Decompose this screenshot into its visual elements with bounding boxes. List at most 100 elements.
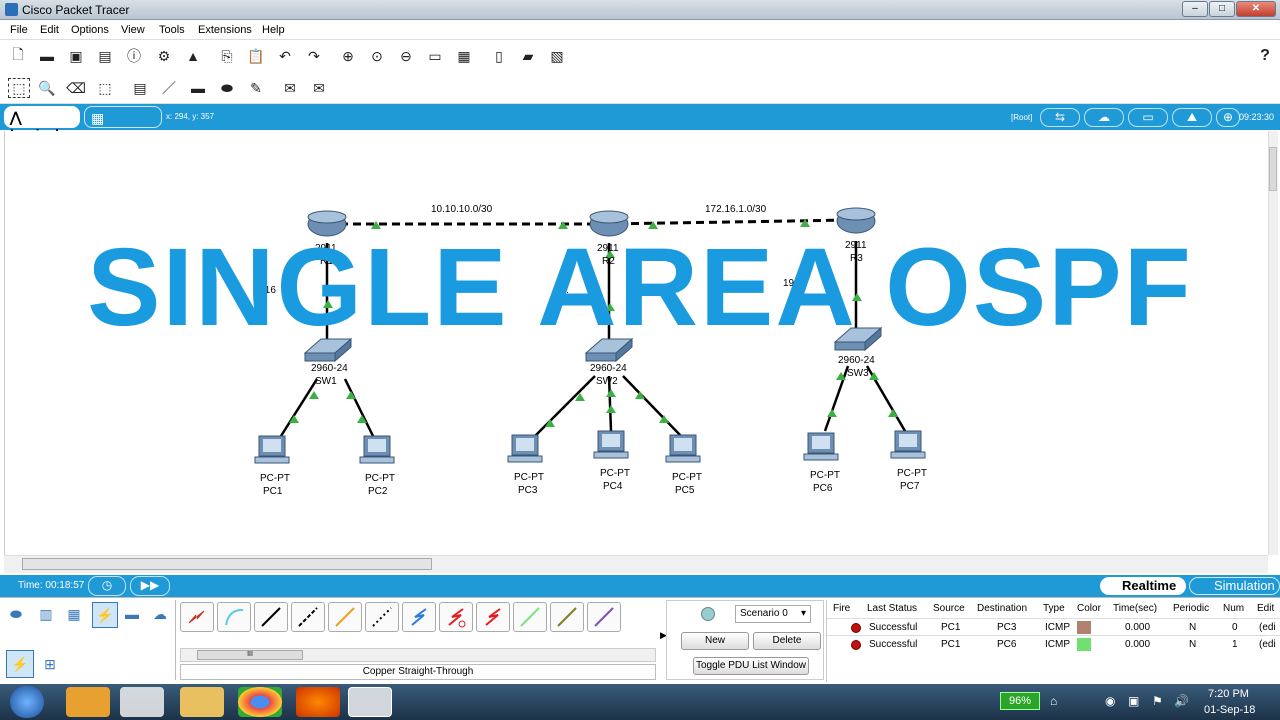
freeform-icon[interactable]: ✎ xyxy=(246,78,266,98)
connections-scrollbar[interactable]: III xyxy=(180,648,656,662)
copper-cross-over-icon[interactable] xyxy=(291,602,325,632)
redo-icon[interactable]: ↷ xyxy=(304,46,324,66)
packet-tracer-taskbar-icon[interactable] xyxy=(348,687,392,717)
connections-category-icon[interactable]: ⚡ xyxy=(92,602,118,628)
screenshot-icon[interactable]: ▧ xyxy=(547,46,567,66)
cluster-icon[interactable]: ▭ xyxy=(1128,108,1168,127)
zoom-out-icon[interactable]: ⊖ xyxy=(396,46,416,66)
copy-icon[interactable]: ⎘ xyxy=(217,46,237,66)
copper-straight-through-icon[interactable] xyxy=(254,602,288,632)
coaxial-icon[interactable] xyxy=(402,602,436,632)
add-simple-pdu-icon[interactable]: ✉ xyxy=(280,78,300,98)
note-icon[interactable]: ▯ xyxy=(489,46,509,66)
toggle-pdu-list-button[interactable]: Toggle PDU List Window xyxy=(693,657,809,675)
row-edit[interactable]: (edi xyxy=(1259,622,1276,633)
draw-line-icon[interactable]: ／ xyxy=(159,78,179,98)
tab-physical[interactable]: ▦ Physical xyxy=(84,106,162,143)
start-button[interactable] xyxy=(10,686,44,718)
inspect-icon[interactable]: 🔍 xyxy=(37,78,57,98)
table-row[interactable]: Successful PC1 PC3 ICMP 0.000 N 0 (edi xyxy=(827,618,1280,635)
open-icon[interactable]: ▬ xyxy=(37,46,57,66)
fiber-icon[interactable] xyxy=(328,602,362,632)
network-devices-icon[interactable]: ⬬ xyxy=(6,604,26,624)
vertical-scroll-thumb[interactable] xyxy=(1269,147,1277,191)
volume-tray-icon[interactable]: 🔊 xyxy=(1174,694,1189,708)
console-cable-icon[interactable] xyxy=(217,602,251,632)
new-icon[interactable]: 🗋 xyxy=(8,46,28,66)
paste-icon[interactable]: 📋 xyxy=(246,46,266,66)
rectangle-icon[interactable]: ▭ xyxy=(425,46,445,66)
maximize-button[interactable]: □ xyxy=(1209,1,1235,17)
octal-cable-icon[interactable] xyxy=(513,602,547,632)
scenario-info-icon[interactable] xyxy=(701,607,715,621)
select-icon[interactable]: ⬚ xyxy=(8,78,30,98)
misc-icon[interactable]: ▬ xyxy=(122,604,142,624)
grid-icon[interactable]: ⊞ xyxy=(40,654,60,674)
network-icon[interactable]: ⊕ xyxy=(1216,108,1240,127)
cloud-icon[interactable]: ☁ xyxy=(1084,108,1124,127)
vertical-scrollbar[interactable] xyxy=(1268,131,1278,555)
print-icon[interactable]: ▤ xyxy=(95,46,115,66)
menu-tools[interactable]: Tools xyxy=(159,24,185,36)
undo-icon[interactable]: ↶ xyxy=(275,46,295,66)
draw-rectangle-icon[interactable]: ▬ xyxy=(188,78,208,98)
menu-help[interactable]: Help xyxy=(262,24,285,36)
serial-dte-icon[interactable] xyxy=(476,602,510,632)
add-complex-pdu-icon[interactable]: ✉ xyxy=(309,78,329,98)
place-note-icon[interactable]: ▤ xyxy=(130,78,150,98)
fire-indicator-icon[interactable] xyxy=(851,640,861,650)
resize-icon[interactable]: ⬚ xyxy=(95,78,115,98)
outlook-taskbar-icon[interactable] xyxy=(66,687,110,717)
close-button[interactable]: ✕ xyxy=(1236,1,1276,17)
media-player-taskbar-icon[interactable] xyxy=(120,687,164,717)
iot-custom-cable-icon[interactable] xyxy=(550,602,584,632)
info-icon[interactable]: ⓘ xyxy=(124,46,144,66)
wizard-icon[interactable]: ⚙ xyxy=(154,46,174,66)
menu-file[interactable]: File xyxy=(10,24,28,36)
auto-connection-icon[interactable] xyxy=(180,602,214,632)
menu-edit[interactable]: Edit xyxy=(40,24,59,36)
new-scenario-button[interactable]: New xyxy=(681,632,749,650)
power-cycle-icon[interactable]: ◷ xyxy=(88,576,126,596)
help-icon[interactable]: ? xyxy=(1255,46,1275,66)
palette-icon[interactable]: ▦ xyxy=(454,46,474,66)
serial-dce-icon[interactable] xyxy=(439,602,473,632)
phone-cable-icon[interactable] xyxy=(365,602,399,632)
end-devices-icon[interactable]: ▥ xyxy=(36,604,56,624)
connections-scroll-thumb[interactable]: III xyxy=(197,650,303,660)
menu-view[interactable]: View xyxy=(121,24,145,36)
horizontal-scroll-thumb[interactable] xyxy=(22,558,432,570)
realtime-button[interactable]: Realtime xyxy=(1100,577,1186,595)
save-icon[interactable]: ▣ xyxy=(66,46,86,66)
connections-subcategory-icon[interactable]: ⚡ xyxy=(6,650,34,678)
flag-tray-icon[interactable]: ⚑ xyxy=(1152,694,1163,708)
delete-icon[interactable]: ⌫ xyxy=(66,78,86,98)
draw-ellipse-icon[interactable]: ⬬ xyxy=(217,78,237,98)
chrome-tray-icon[interactable]: ◉ xyxy=(1105,694,1115,708)
zoom-reset-icon[interactable]: ⊙ xyxy=(367,46,387,66)
fast-forward-icon[interactable]: ▶▶ xyxy=(130,576,170,596)
activity-wizard-icon[interactable]: ▲ xyxy=(183,46,203,66)
scenario-select[interactable]: Scenario 0 ▾ xyxy=(735,605,811,623)
zoom-in-icon[interactable]: ⊕ xyxy=(338,46,358,66)
chrome-taskbar-icon[interactable] xyxy=(238,687,282,717)
custom-device-icon[interactable]: ▰ xyxy=(518,46,538,66)
simulation-button[interactable]: Simulation xyxy=(1189,577,1280,595)
fire-indicator-icon[interactable] xyxy=(851,623,861,633)
usb-cable-icon[interactable] xyxy=(587,602,621,632)
firefox-taskbar-icon[interactable] xyxy=(296,687,340,717)
explorer-taskbar-icon[interactable] xyxy=(180,687,224,717)
delete-scenario-button[interactable]: Delete xyxy=(753,632,821,650)
table-row[interactable]: Successful PC1 PC6 ICMP 0.000 N 1 (edi xyxy=(827,635,1280,652)
network-tray-icon[interactable]: ⌂ xyxy=(1050,694,1057,708)
menu-extensions[interactable]: Extensions xyxy=(198,24,252,36)
tab-logical[interactable]: ⋀ Logical xyxy=(4,106,80,142)
battery-indicator[interactable]: 96% xyxy=(1000,692,1040,710)
tray-app-icon[interactable]: ▣ xyxy=(1128,694,1139,708)
taskbar-date[interactable]: 01-Sep-18 xyxy=(1204,704,1255,716)
back-icon[interactable]: ⇆ xyxy=(1040,108,1080,127)
viewport-icon[interactable]: ⛰ xyxy=(1172,108,1212,127)
minimize-button[interactable]: – xyxy=(1182,1,1208,17)
taskbar-time[interactable]: 7:20 PM xyxy=(1208,688,1249,700)
components-icon[interactable]: ▦ xyxy=(64,604,84,624)
